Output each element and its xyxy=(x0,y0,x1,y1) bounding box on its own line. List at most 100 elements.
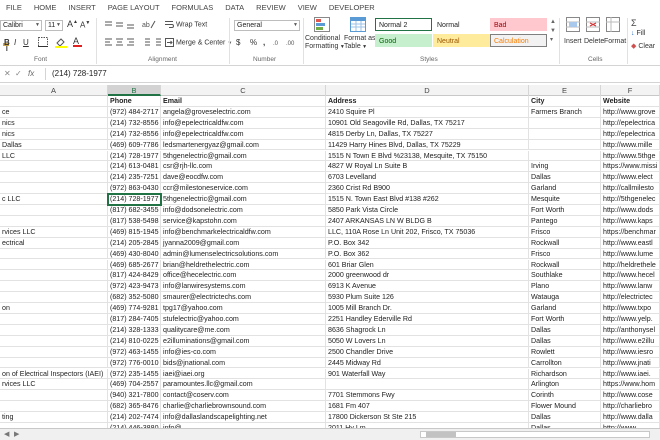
enter-icon[interactable]: ✓ xyxy=(15,69,22,78)
table-cell[interactable] xyxy=(0,324,108,336)
table-cell[interactable] xyxy=(0,183,108,195)
table-cell[interactable] xyxy=(0,335,108,347)
table-cell[interactable] xyxy=(0,161,108,173)
table-cell[interactable]: 2500 Chandler Drive xyxy=(326,346,529,358)
table-cell[interactable] xyxy=(0,259,108,271)
table-cell[interactable] xyxy=(529,128,601,140)
table-cell[interactable]: http://www.lanw xyxy=(601,281,660,293)
table-cell[interactable]: Carrollton xyxy=(529,357,601,369)
underline-button[interactable]: U xyxy=(23,38,29,47)
column-header-b[interactable]: B xyxy=(108,85,161,96)
cell-style-neutral[interactable]: Neutral xyxy=(433,34,490,47)
gallery-scroll-icon[interactable]: ▲ ▼ ▾ xyxy=(550,18,556,45)
table-cell[interactable]: (972) 423-9473 xyxy=(108,281,161,293)
table-cell[interactable]: (214) 732-8556 xyxy=(108,117,161,129)
table-cell[interactable]: (817) 284-7405 xyxy=(108,314,161,325)
table-cell[interactable]: (469) 685-2677 xyxy=(108,259,161,271)
table-cell[interactable]: on xyxy=(0,303,108,314)
borders-icon[interactable] xyxy=(38,37,48,47)
cell-style-bad[interactable]: Bad xyxy=(490,18,547,31)
column-header-a[interactable]: A xyxy=(0,85,108,96)
table-cell[interactable]: info@lanwiresystems.com xyxy=(161,281,326,293)
table-cell[interactable]: (214) 328-1333 xyxy=(108,324,161,336)
table-cell[interactable]: 1681 Fm 407 xyxy=(326,401,529,413)
table-cell[interactable]: http://electrictec xyxy=(601,292,660,304)
top-align-icon[interactable] xyxy=(104,20,140,29)
fill-button[interactable]: ↓ Fill xyxy=(631,30,645,37)
table-cell[interactable]: (214) 810-0225 xyxy=(108,335,161,347)
table-cell[interactable]: nics xyxy=(0,117,108,129)
table-cell[interactable]: stufelectric@yahoo.com xyxy=(161,314,326,325)
table-cell[interactable]: brian@heldrethelectric.com xyxy=(161,259,326,271)
table-cell[interactable]: (817) 538-5498 xyxy=(108,215,161,227)
tab-formulas[interactable]: FORMULAS xyxy=(166,3,220,12)
table-cell[interactable]: ectrical xyxy=(0,237,108,249)
table-cell[interactable]: 10901 Old Seagoville Rd, Dallas, TX 7521… xyxy=(326,117,529,129)
table-cell[interactable]: http://www.elect xyxy=(601,172,660,184)
table-cell[interactable]: Fort Worth xyxy=(529,314,601,325)
table-cell[interactable]: 11429 Harry Hines Blvd, Dallas, TX 75229 xyxy=(326,139,529,151)
table-cell[interactable]: http://epelectrica xyxy=(601,117,660,129)
table-cell[interactable]: 2251 Handley Ederville Rd xyxy=(326,314,529,325)
table-cell[interactable]: 6703 Levelland xyxy=(326,172,529,184)
insert-function-button[interactable]: fx xyxy=(28,69,34,78)
autosum-icon[interactable]: Σ xyxy=(631,18,637,28)
column-header-f[interactable]: F xyxy=(601,85,660,96)
table-cell[interactable]: Frisco xyxy=(529,226,601,238)
table-cell[interactable]: (214) 613-0481 xyxy=(108,161,161,173)
tab-page-layout[interactable]: PAGE LAYOUT xyxy=(102,3,166,12)
table-cell[interactable]: Rockwall xyxy=(529,259,601,271)
shrink-font-button[interactable]: A▼ xyxy=(80,20,90,30)
table-cell[interactable] xyxy=(0,401,108,413)
decimal-icon[interactable]: .0 .00 xyxy=(273,38,299,47)
table-cell[interactable]: http://epelectrica xyxy=(601,128,660,140)
formula-input[interactable]: (214) 728-1977 xyxy=(52,69,107,78)
table-cell[interactable]: angela@groveselectric.com xyxy=(161,106,326,118)
table-cell[interactable]: (469) 815-1945 xyxy=(108,226,161,238)
italic-button[interactable]: I xyxy=(14,38,16,47)
indent-icon[interactable] xyxy=(142,38,162,47)
table-cell[interactable]: http://heldrethele xyxy=(601,259,660,271)
table-cell[interactable]: http://charliebro xyxy=(601,401,660,413)
table-cell[interactable]: http://callmilesto xyxy=(601,183,660,195)
table-cell[interactable] xyxy=(529,150,601,162)
table-cell[interactable]: Corinth xyxy=(529,390,601,402)
table-cell[interactable]: https://www.missi xyxy=(601,161,660,173)
table-cell[interactable]: Southlake xyxy=(529,270,601,282)
table-cell[interactable]: http://www.mille xyxy=(601,139,660,151)
table-cell[interactable]: http://www.grove xyxy=(601,106,660,118)
table-cell[interactable]: nics xyxy=(0,128,108,140)
format-cells-button[interactable] xyxy=(606,17,620,32)
table-cell[interactable]: 5850 Park Vista Circle xyxy=(326,205,529,216)
table-cell[interactable]: LLC xyxy=(0,150,108,162)
table-cell[interactable]: http://www.eastl xyxy=(601,237,660,249)
table-cell[interactable]: (469) 609-7786 xyxy=(108,139,161,151)
table-cell[interactable]: Rockwall xyxy=(529,237,601,249)
table-cell[interactable]: 2407 ARKANSAS LN W BLDG B xyxy=(326,215,529,227)
table-cell[interactable]: info@dallaslandscapelighting.net xyxy=(161,412,326,423)
column-title-cell[interactable] xyxy=(0,96,108,107)
cell-style-calculation[interactable]: Calculation xyxy=(490,34,547,47)
bold-button[interactable]: B xyxy=(4,38,10,47)
table-cell[interactable]: Richardson xyxy=(529,368,601,380)
table-cell[interactable]: (214) 728-1977 xyxy=(108,150,161,162)
table-cell[interactable]: info@epelectricaldfw.com xyxy=(161,128,326,140)
table-cell[interactable]: 7701 Stemmons Fwy xyxy=(326,390,529,402)
table-cell[interactable] xyxy=(0,172,108,184)
table-cell[interactable]: contact@coserv.com xyxy=(161,390,326,402)
table-cell[interactable]: https://www.hom xyxy=(601,379,660,391)
table-cell[interactable]: info@ies-co.com xyxy=(161,346,326,358)
table-cell[interactable]: Mesquite xyxy=(529,194,601,205)
table-cell[interactable]: (817) 424-8429 xyxy=(108,270,161,282)
table-cell[interactable]: http://www.cose xyxy=(601,390,660,402)
table-cell[interactable]: (817) 682-3455 xyxy=(108,205,161,216)
table-cell[interactable]: (469) 774-9281 xyxy=(108,303,161,314)
table-cell[interactable]: P.O. Box 342 xyxy=(326,237,529,249)
table-cell[interactable] xyxy=(326,379,529,391)
table-cell[interactable]: Dallas xyxy=(529,324,601,336)
table-cell[interactable]: Dallas xyxy=(0,139,108,151)
orientation-icon[interactable]: ab xyxy=(142,19,156,29)
table-cell[interactable] xyxy=(0,205,108,216)
table-cell[interactable]: jyanna2009@gmail.com xyxy=(161,237,326,249)
comma-button[interactable]: , xyxy=(263,38,265,47)
